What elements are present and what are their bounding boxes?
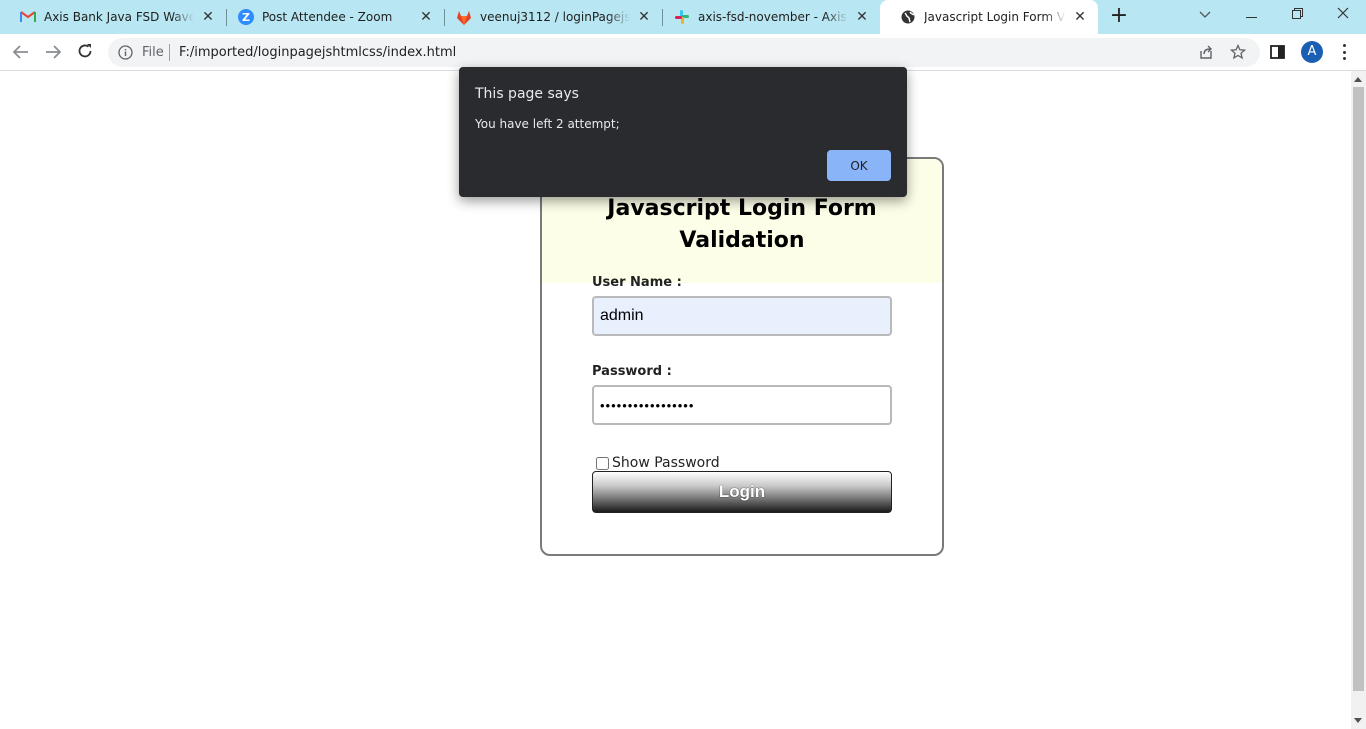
scrollbar-thumb[interactable] (1353, 87, 1364, 691)
show-password-label: Show Password (612, 455, 720, 471)
alert-dialog: This page says You have left 2 attempt; … (459, 67, 907, 197)
info-icon[interactable] (118, 45, 133, 60)
close-tab-icon[interactable]: ✕ (636, 9, 652, 25)
chevron-down-icon (1199, 7, 1211, 23)
address-bar[interactable]: File F:/imported/loginpagejshtmlcss/inde… (108, 38, 1260, 67)
tab-search-button[interactable] (1182, 0, 1228, 30)
slack-icon (674, 9, 690, 25)
tab-title: veenuj3112 / loginPagejshtmlcss (480, 10, 630, 24)
scroll-down-arrow-icon[interactable] (1354, 718, 1362, 723)
minimize-icon (1245, 7, 1257, 23)
close-tab-icon[interactable]: ✕ (200, 9, 216, 25)
profile-avatar[interactable]: A (1301, 41, 1323, 63)
scroll-up-arrow-icon[interactable] (1354, 77, 1362, 82)
login-button[interactable]: Login (592, 471, 892, 513)
tab-title: Post Attendee - Zoom (262, 10, 393, 24)
restore-icon (1291, 7, 1303, 23)
new-tab-button[interactable]: + (1108, 5, 1130, 28)
close-tab-icon[interactable]: ✕ (418, 9, 434, 25)
dialog-message: You have left 2 attempt; (475, 117, 620, 131)
side-panel-icon[interactable] (1270, 44, 1286, 63)
zoom-icon: Z (238, 9, 254, 25)
show-password-toggle[interactable]: Show Password (596, 455, 720, 471)
globe-icon (900, 9, 916, 25)
tab-gitlab[interactable]: veenuj3112 / loginPagejshtmlcss ✕ (436, 0, 662, 34)
back-arrow-icon (12, 44, 29, 63)
password-label: Password : (592, 364, 672, 379)
vertical-scrollbar[interactable] (1351, 71, 1366, 729)
forward-button[interactable] (40, 40, 66, 66)
tab-title: axis-fsd-november - Axis Bank (698, 10, 848, 24)
forward-arrow-icon (45, 44, 62, 63)
file-scheme-label: File (142, 45, 164, 60)
ok-button[interactable]: OK (827, 150, 891, 181)
reload-icon (77, 43, 93, 63)
back-button[interactable] (8, 40, 34, 66)
dialog-title: This page says (475, 86, 579, 102)
menu-kebab-icon[interactable] (1336, 42, 1352, 62)
close-tab-icon[interactable]: ✕ (854, 9, 870, 25)
gmail-icon (20, 9, 36, 25)
reload-button[interactable] (72, 40, 98, 66)
bookmark-star-icon[interactable] (1229, 43, 1247, 64)
tab-gmail[interactable]: Axis Bank Java FSD Wave 3 - Mail ✕ (0, 0, 226, 34)
address-divider (169, 44, 170, 61)
share-icon[interactable] (1198, 44, 1214, 64)
close-window-button[interactable] (1320, 0, 1366, 30)
tab-login-form[interactable]: Javascript Login Form Validation ✕ (880, 0, 1098, 34)
tab-slack[interactable]: axis-fsd-november - Axis Bank ✕ (654, 0, 880, 34)
restore-button[interactable] (1274, 0, 1320, 30)
close-icon (1337, 7, 1349, 23)
tab-title: Javascript Login Form Validation (924, 10, 1066, 24)
tab-title: Axis Bank Java FSD Wave 3 - Mail (44, 10, 194, 24)
svg-text:Z: Z (242, 11, 250, 24)
show-password-checkbox[interactable] (596, 456, 609, 470)
tab-zoom[interactable]: Z Post Attendee - Zoom ✕ (218, 0, 444, 34)
password-input[interactable] (592, 385, 892, 425)
username-label: User Name : (592, 275, 682, 290)
gitlab-icon (456, 9, 472, 25)
url-text[interactable]: F:/imported/loginpagejshtmlcss/index.htm… (179, 45, 456, 60)
username-input[interactable] (592, 296, 892, 336)
minimize-button[interactable] (1228, 0, 1274, 30)
page-title: Javascript Login Form Validation (607, 196, 877, 253)
close-tab-icon[interactable]: ✕ (1072, 9, 1088, 25)
browser-toolbar: File F:/imported/loginpagejshtmlcss/inde… (0, 34, 1366, 71)
login-form-card: Javascript Login Form Validation User Na… (540, 157, 944, 556)
tab-strip: Axis Bank Java FSD Wave 3 - Mail ✕ Z Pos… (0, 0, 1366, 34)
